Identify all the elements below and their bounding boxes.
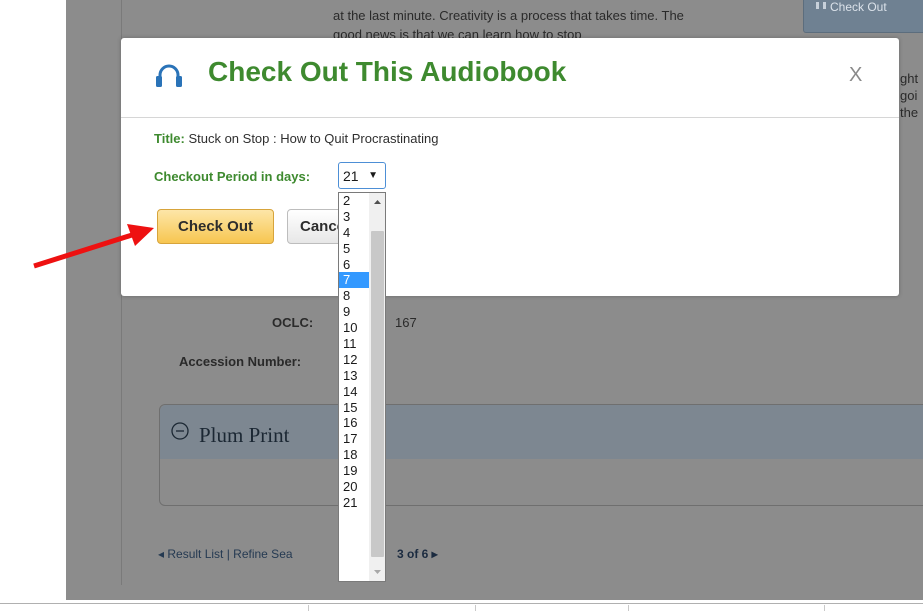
bottom-tick	[475, 605, 476, 611]
page-bottom-strip	[0, 600, 923, 613]
dialog-title: Check Out This Audiobook	[208, 56, 567, 87]
bottom-tick	[824, 605, 825, 611]
period-selected-value: 21	[343, 168, 359, 184]
oclc-value: 167	[395, 315, 417, 330]
checkout-period-select[interactable]: 21 ▼	[338, 162, 386, 189]
result-counter-nav[interactable]: 3 of 6 ▸	[397, 547, 438, 561]
dropdown-option[interactable]: 3	[339, 209, 369, 225]
headphones-icon	[816, 2, 826, 9]
dropdown-option[interactable]: 2	[339, 193, 369, 209]
checkout-dialog: Check Out This Audiobook X Title: Stuck …	[121, 38, 899, 296]
plum-print-panel: Plum Print	[159, 404, 923, 506]
dropdown-option[interactable]: 14	[339, 384, 369, 400]
check-out-button[interactable]: Check Out	[157, 209, 274, 244]
background-checkout-button[interactable]: Check Out	[803, 0, 923, 33]
bottom-tick	[308, 605, 309, 611]
dropdown-option[interactable]: 13	[339, 368, 369, 384]
accession-number-label: Accession Number:	[179, 354, 302, 369]
dialog-header: Check Out This Audiobook X	[121, 38, 899, 118]
dropdown-option[interactable]: 15	[339, 400, 369, 416]
result-list-nav[interactable]: ◂ Result List | Refine Sea	[158, 547, 293, 561]
dropdown-option[interactable]: 10	[339, 320, 369, 336]
bottom-tick	[628, 605, 629, 611]
dropdown-option[interactable]: 6	[339, 257, 369, 273]
right-text-fragment-2: goi	[900, 88, 918, 103]
checkout-period-label: Checkout Period in days:	[154, 169, 311, 184]
dropdown-option[interactable]: 19	[339, 463, 369, 479]
description-line-1: at the last minute. Creativity is a proc…	[333, 8, 684, 23]
plum-print-title: Plum Print	[199, 423, 290, 447]
header-divider	[121, 117, 899, 118]
title-label: Title:	[154, 131, 185, 146]
page-bottom-divider	[0, 603, 923, 604]
right-text-fragment-1: ght	[900, 71, 919, 86]
headphones-icon	[156, 64, 182, 87]
close-icon[interactable]: X	[849, 64, 862, 87]
scroll-up-icon[interactable]	[369, 193, 386, 210]
dropdown-option[interactable]: 17	[339, 431, 369, 447]
oclc-label: OCLC:	[272, 315, 314, 330]
dropdown-scrollbar[interactable]	[369, 193, 386, 581]
dropdown-option[interactable]: 8	[339, 288, 369, 304]
scroll-down-icon[interactable]	[369, 564, 386, 581]
dropdown-option[interactable]: 7	[339, 272, 369, 289]
background-checkout-label: Check Out	[830, 0, 887, 14]
title-value: Stuck on Stop : How to Quit Procrastinat…	[188, 131, 439, 146]
chevron-down-icon: ▼	[368, 170, 378, 181]
dropdown-option[interactable]: 21	[339, 495, 369, 511]
right-text-fragment-3: the	[900, 105, 919, 120]
plum-print-header[interactable]: Plum Print	[160, 405, 923, 459]
period-dropdown-list[interactable]: 2 3 4 5 6 7 8 9 10 11 12 13 14 15 16 17 18 19 20 21	[338, 192, 386, 582]
dropdown-option[interactable]: 20	[339, 479, 369, 495]
dropdown-option[interactable]: 4	[339, 225, 369, 241]
dropdown-option[interactable]: 5	[339, 241, 369, 257]
dropdown-option[interactable]: 12	[339, 352, 369, 368]
collapse-circle-icon[interactable]	[171, 422, 189, 440]
scrollbar-thumb[interactable]	[371, 231, 384, 557]
red-pointer-arrow	[33, 224, 154, 269]
dropdown-option[interactable]: 11	[339, 336, 369, 352]
dropdown-option[interactable]: 16	[339, 415, 369, 431]
title-row: Title: Stuck on Stop : How to Quit Procr…	[154, 131, 438, 146]
dropdown-option[interactable]: 18	[339, 447, 369, 463]
dropdown-options: 2 3 4 5 6 7 8 9 10 11 12 13 14 15 16 17 18 19 20 21	[339, 193, 369, 511]
page-left-margin	[0, 0, 66, 613]
dropdown-option[interactable]: 9	[339, 304, 369, 320]
